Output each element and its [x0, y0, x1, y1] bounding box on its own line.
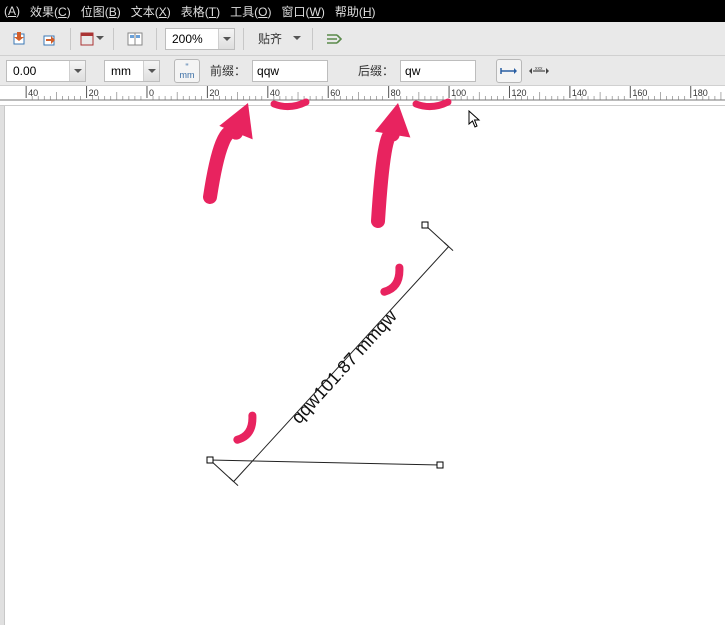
fullscreen-dropdown-icon[interactable]: [79, 27, 105, 51]
zoom-dropdown-icon[interactable]: [218, 29, 234, 49]
zoom-input[interactable]: [166, 29, 218, 49]
svg-text:20: 20: [89, 88, 99, 98]
separator: [312, 28, 313, 50]
suffix-input[interactable]: [400, 60, 476, 82]
horizontal-ruler: 4020020406080100120140160180: [0, 86, 725, 106]
menu-help[interactable]: 帮助(H): [335, 3, 376, 20]
unit-dropdown-icon[interactable]: [143, 61, 159, 81]
snap-label: 贴齐: [258, 30, 282, 47]
menubar: (A) 效果(C) 位图(B) 文本(X) 表格(T) 工具(O) 窗口(W) …: [0, 0, 725, 22]
snap-dropdown-icon[interactable]: [288, 27, 304, 51]
menu-effects[interactable]: 效果(C): [30, 3, 71, 20]
dimension-value-dropdown-icon[interactable]: [69, 61, 85, 81]
svg-text:80: 80: [391, 88, 401, 98]
svg-text:60: 60: [330, 88, 340, 98]
svg-text:40: 40: [28, 88, 38, 98]
unit-input[interactable]: [105, 61, 143, 81]
options-icon[interactable]: [321, 27, 347, 51]
menu-text[interactable]: 文本(X): [131, 3, 171, 20]
separator: [70, 28, 71, 50]
svg-text:20: 20: [209, 88, 219, 98]
menu-bitmap[interactable]: 位图(B): [81, 3, 121, 20]
menu-tools[interactable]: 工具(O): [230, 3, 271, 20]
show-units-button[interactable]: "mm: [174, 59, 200, 83]
zoom-combo[interactable]: [165, 28, 235, 50]
menu-window[interactable]: 窗口(W): [281, 3, 324, 20]
mouse-cursor-icon: [468, 110, 484, 130]
unit-combo[interactable]: [104, 60, 160, 82]
separator: [113, 28, 114, 50]
svg-text:180: 180: [693, 88, 708, 98]
dimension-value-input[interactable]: [7, 61, 69, 81]
svg-text:160: 160: [632, 88, 647, 98]
svg-text:140: 140: [572, 88, 587, 98]
separator: [243, 28, 244, 50]
mm-icon: "mm: [180, 63, 195, 79]
ruler-graphics: 4020020406080100120140160180: [0, 86, 725, 106]
dynamic-dimension-button[interactable]: [496, 59, 522, 83]
svg-text:120: 120: [511, 88, 526, 98]
toolbar-standard: 贴齐: [0, 22, 725, 56]
svg-text:xxx: xxx: [535, 66, 543, 72]
svg-text:100: 100: [451, 88, 466, 98]
page-layout-icon[interactable]: [122, 27, 148, 51]
suffix-label: 后缀：: [358, 62, 394, 79]
svg-text:40: 40: [270, 88, 280, 98]
toolbar-properties: "mm 前缀： 后缀： xxx: [0, 56, 725, 86]
dimension-text[interactable]: qqw101.87 mmqw: [287, 305, 401, 427]
menu-table[interactable]: 表格(T): [181, 3, 220, 20]
vertical-ruler-strip: [0, 106, 5, 625]
dimension-value-combo[interactable]: [6, 60, 86, 82]
prefix-input[interactable]: [252, 60, 328, 82]
text-position-button[interactable]: xxx: [526, 59, 552, 83]
import-icon[interactable]: [6, 27, 32, 51]
separator: [156, 28, 157, 50]
prefix-label: 前缀：: [210, 62, 246, 79]
export-icon[interactable]: [36, 27, 62, 51]
menu-arrange[interactable]: (A): [4, 4, 20, 18]
